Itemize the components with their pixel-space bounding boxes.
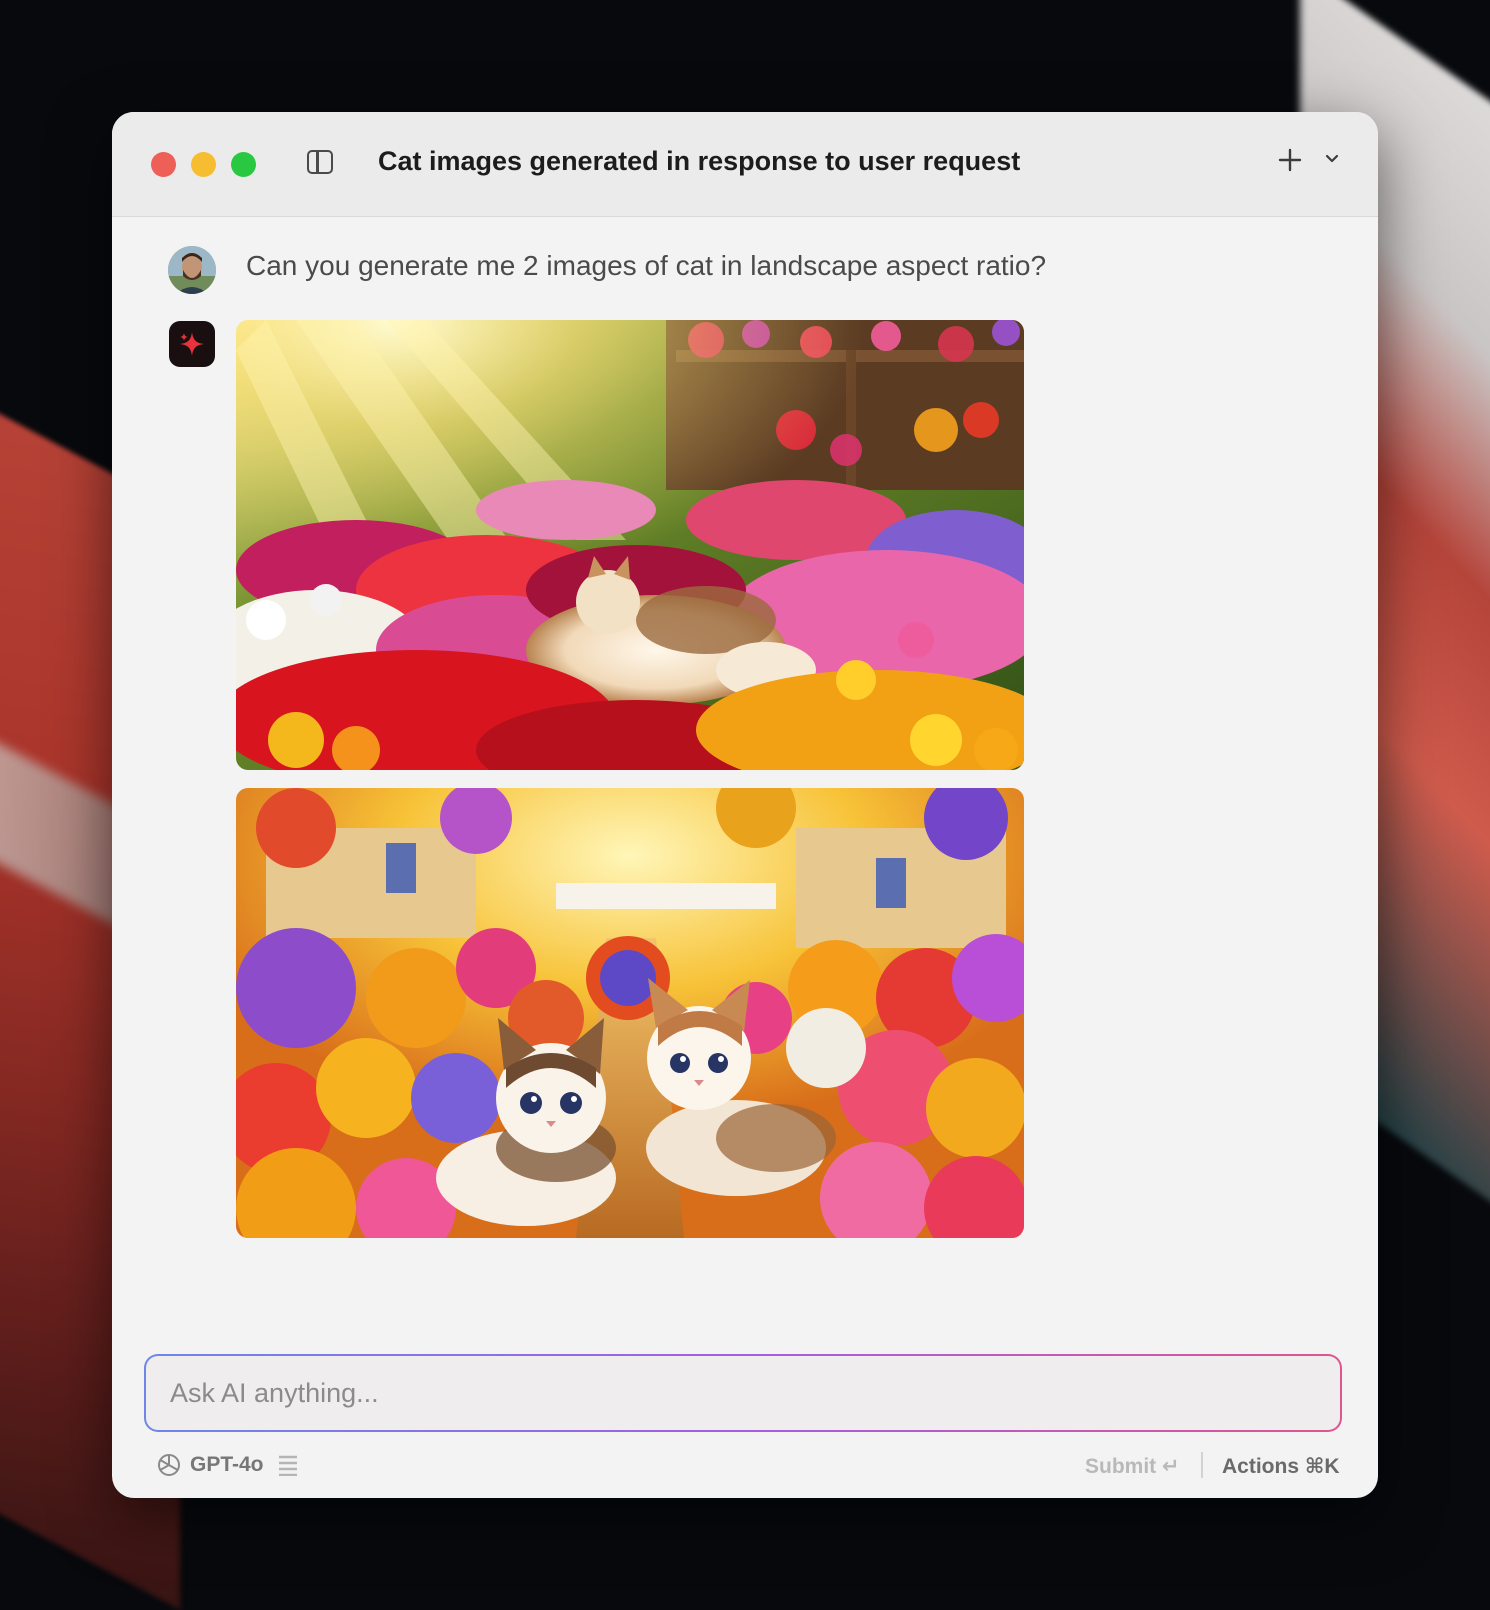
user-avatar <box>168 246 216 294</box>
chat-window: Cat images generated in response to user… <box>112 112 1378 1498</box>
chevron-down-icon[interactable] <box>1325 152 1339 166</box>
close-button[interactable] <box>151 152 176 177</box>
maximize-button[interactable] <box>231 152 256 177</box>
plus-icon <box>1278 148 1302 172</box>
generated-image-1[interactable] <box>236 320 1024 770</box>
title-bar: Cat images generated in response to user… <box>112 112 1378 217</box>
model-name: GPT-4o <box>190 1453 264 1476</box>
submit-button[interactable]: Submit ↵ <box>1085 1454 1180 1479</box>
footer-divider <box>1201 1452 1203 1478</box>
new-chat-button[interactable] <box>1272 140 1308 180</box>
desktop-background: Cat images generated in response to user… <box>0 0 1490 1610</box>
sparkle-icon <box>180 332 204 356</box>
minimize-button[interactable] <box>191 152 216 177</box>
lines-icon[interactable] <box>278 1454 298 1476</box>
prompt-input-container[interactable] <box>144 1354 1342 1432</box>
prompt-input[interactable] <box>168 1356 1312 1431</box>
actions-button[interactable]: Actions ⌘K <box>1222 1454 1340 1479</box>
generated-image-2[interactable] <box>236 788 1024 1238</box>
openai-icon <box>158 1454 180 1476</box>
sidebar-toggle-icon[interactable] <box>307 150 333 174</box>
assistant-avatar <box>169 321 215 367</box>
user-message: Can you generate me 2 images of cat in l… <box>246 250 1047 281</box>
model-selector[interactable]: GPT-4o <box>156 1450 298 1480</box>
window-title: Cat images generated in response to user… <box>378 146 1021 176</box>
